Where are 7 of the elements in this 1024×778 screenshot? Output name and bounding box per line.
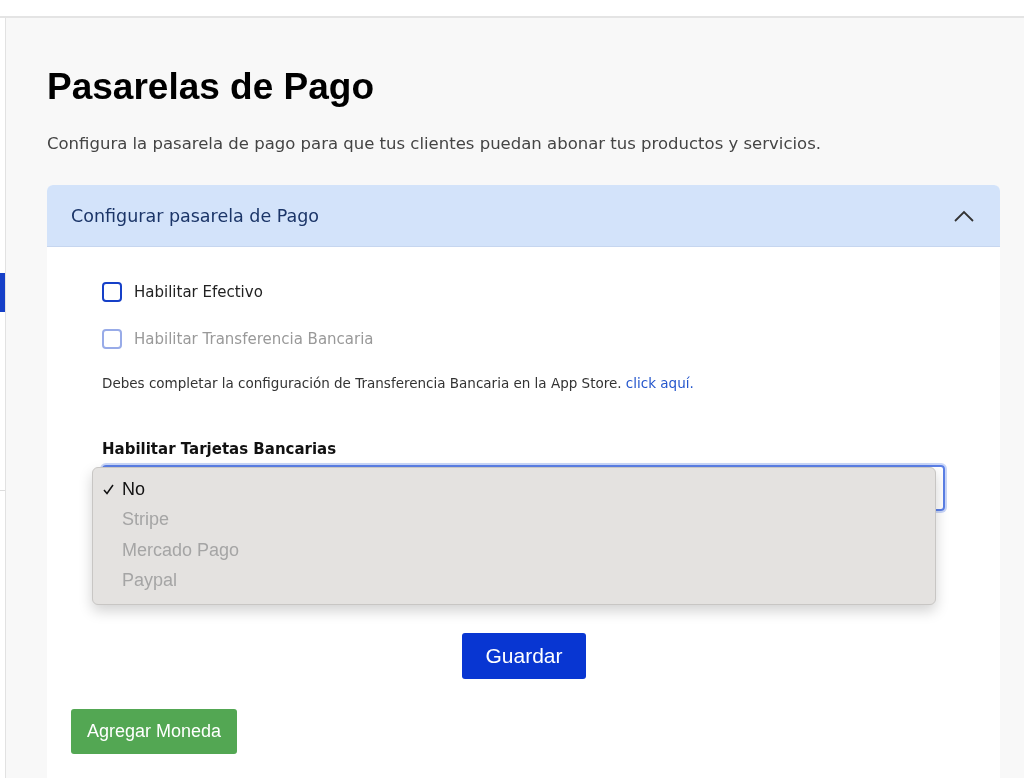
info-note: Debes completar la configuración de Transferencia Bancaria en la App Store. click aquí. [102, 374, 695, 393]
page-title: Pasarelas de Pago [47, 65, 376, 109]
checkbox-label: Habilitar Efectivo [134, 283, 263, 301]
page-description: Configura la pasarela de pago para que tus clientes puedan abonar tus productos y servicios. [47, 133, 822, 155]
checkbox-label: Habilitar Transferencia Bancaria [134, 330, 374, 348]
panel-title: Configurar pasarela de Pago [71, 205, 320, 226]
field-label: Habilitar Tarjetas Bancarias [102, 439, 338, 459]
